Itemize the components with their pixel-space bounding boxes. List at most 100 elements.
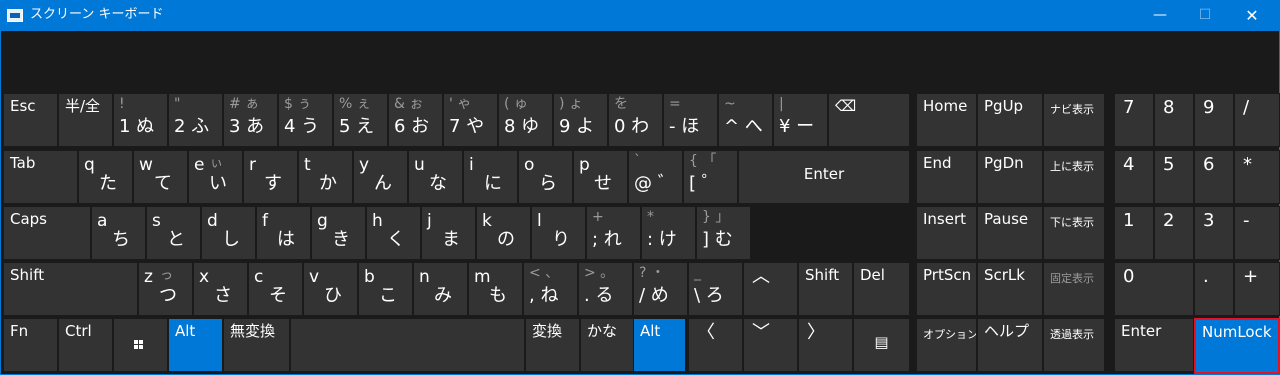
key-at[interactable]: ` @ ゛ xyxy=(628,150,683,204)
key-bracket-open[interactable]: { 「 [ ゜ xyxy=(683,150,738,204)
key-caret[interactable]: ~ ^ へ xyxy=(718,93,773,147)
key-pause[interactable]: Pause xyxy=(977,206,1043,260)
key-numadd[interactable]: + xyxy=(1234,262,1280,316)
key-esc[interactable]: Esc xyxy=(3,93,58,147)
key-h[interactable]: hく xyxy=(366,206,421,260)
key-tab[interactable]: Tab xyxy=(3,150,78,204)
key-num4[interactable]: 4 xyxy=(1114,150,1154,204)
key-o[interactable]: oら xyxy=(518,150,573,204)
key-x[interactable]: xさ xyxy=(193,262,248,316)
key-t[interactable]: tか xyxy=(298,150,353,204)
key-l[interactable]: lり xyxy=(531,206,586,260)
key-j[interactable]: jま xyxy=(421,206,476,260)
key-numlock[interactable]: NumLock xyxy=(1194,318,1280,374)
key-num5[interactable]: 5 xyxy=(1154,150,1194,204)
key-fn[interactable]: Fn xyxy=(3,318,58,372)
key-numenter[interactable]: Enter xyxy=(1114,318,1194,372)
key-ctrl[interactable]: Ctrl xyxy=(58,318,113,372)
key-backslash[interactable]: _ \ ろ xyxy=(688,262,743,316)
key-scrlk[interactable]: ScrLk xyxy=(977,262,1043,316)
key-6[interactable]: & ぉ 6 お xyxy=(388,93,443,147)
key-insert[interactable]: Insert xyxy=(916,206,977,260)
key-alt-right[interactable]: Alt xyxy=(633,318,686,372)
key-g[interactable]: gき xyxy=(311,206,366,260)
key-s[interactable]: sと xyxy=(146,206,201,260)
key-fade[interactable]: 透過表示 xyxy=(1043,318,1105,372)
key-windows[interactable] xyxy=(113,318,168,372)
maximize-button[interactable]: ☐ xyxy=(1182,0,1228,31)
key-dock-top[interactable]: 上に表示 xyxy=(1043,150,1105,204)
key-num2[interactable]: 2 xyxy=(1154,206,1194,260)
key-up[interactable]: ︿ xyxy=(743,262,798,316)
key-r[interactable]: rす xyxy=(243,150,298,204)
key-num7[interactable]: 7 xyxy=(1114,93,1154,147)
key-nav-show[interactable]: ナビ表示 xyxy=(1043,93,1105,147)
key-4[interactable]: $ ぅ 4 う xyxy=(278,93,333,147)
key-slash[interactable]: ? ・ / め xyxy=(633,262,688,316)
key-i[interactable]: iに xyxy=(463,150,518,204)
key-right[interactable]: 〉 xyxy=(798,318,853,372)
key-q[interactable]: qた xyxy=(78,150,133,204)
key-z[interactable]: zっつ xyxy=(138,262,193,316)
key-num1[interactable]: 1 xyxy=(1114,206,1154,260)
key-c[interactable]: cそ xyxy=(248,262,303,316)
key-num0[interactable]: 0 xyxy=(1114,262,1194,316)
key-k[interactable]: kの xyxy=(476,206,531,260)
key-kana[interactable]: かな xyxy=(580,318,635,372)
key-home[interactable]: Home xyxy=(916,93,977,147)
key-2[interactable]: " 2 ふ xyxy=(168,93,223,147)
minimize-button[interactable]: — xyxy=(1137,0,1183,31)
key-muhenkan[interactable]: 無変換 xyxy=(223,318,290,372)
key-num3[interactable]: 3 xyxy=(1194,206,1234,260)
key-0[interactable]: を 0 わ xyxy=(608,93,663,147)
key-prtscn[interactable]: PrtScn xyxy=(916,262,977,316)
key-8[interactable]: ( ゅ 8 ゆ xyxy=(498,93,553,147)
key-down[interactable]: ﹀ xyxy=(743,318,798,372)
key-num8[interactable]: 8 xyxy=(1154,93,1194,147)
key-b[interactable]: bこ xyxy=(358,262,413,316)
key-dock-bottom[interactable]: 下に表示 xyxy=(1043,206,1105,260)
key-left[interactable]: 〈 xyxy=(688,318,743,372)
key-hankaku[interactable]: 半/全 xyxy=(58,93,113,147)
key-space[interactable] xyxy=(290,318,525,372)
key-shift-right[interactable]: Shift xyxy=(798,262,853,316)
key-f[interactable]: fは xyxy=(256,206,311,260)
key-help[interactable]: ヘルプ xyxy=(977,318,1043,372)
key-comma[interactable]: < 、 , ね xyxy=(523,262,578,316)
key-5[interactable]: % ぇ 5 え xyxy=(333,93,388,147)
key-nummul[interactable]: * xyxy=(1234,150,1280,204)
key-u[interactable]: uな xyxy=(408,150,463,204)
key-7[interactable]: ' ゃ 7 や xyxy=(443,93,498,147)
key-options[interactable]: オプション xyxy=(916,318,977,372)
key-period[interactable]: > 。 . る xyxy=(578,262,633,316)
key-numdot[interactable]: . xyxy=(1194,262,1234,316)
key-shift-left[interactable]: Shift xyxy=(3,262,138,316)
key-del[interactable]: Del xyxy=(853,262,910,316)
key-y[interactable]: yん xyxy=(353,150,408,204)
key-pgdn[interactable]: PgDn xyxy=(977,150,1043,204)
key-colon[interactable]: *: け xyxy=(641,206,696,260)
key-d[interactable]: dし xyxy=(201,206,256,260)
close-button[interactable]: ✕ xyxy=(1229,0,1275,31)
key-v[interactable]: vひ xyxy=(303,262,358,316)
key-e[interactable]: eぃい xyxy=(188,150,243,204)
key-3[interactable]: # ぁ 3 あ xyxy=(223,93,278,147)
key-numdiv[interactable]: / xyxy=(1234,93,1280,147)
key-w[interactable]: wて xyxy=(133,150,188,204)
key-num6[interactable]: 6 xyxy=(1194,150,1234,204)
key-backspace[interactable]: ⌫ xyxy=(828,93,910,147)
key-a[interactable]: aち xyxy=(91,206,146,260)
key-m[interactable]: mも xyxy=(468,262,523,316)
key-caps[interactable]: Caps xyxy=(3,206,91,260)
key-yen[interactable]: | ¥ ー xyxy=(773,93,828,147)
key-1[interactable]: ! 1 ぬ xyxy=(113,93,168,147)
key-bracket-close[interactable]: } 」] む xyxy=(696,206,751,260)
key-semicolon[interactable]: + ; れ xyxy=(586,206,641,260)
key-numsub[interactable]: - xyxy=(1234,206,1280,260)
key-num9[interactable]: 9 xyxy=(1194,93,1234,147)
key-fixed-show[interactable]: 固定表示 xyxy=(1043,262,1105,316)
key-p[interactable]: pせ xyxy=(573,150,628,204)
key-menu[interactable]: ▤ xyxy=(853,318,910,372)
key-n[interactable]: nみ xyxy=(413,262,468,316)
key-pgup[interactable]: PgUp xyxy=(977,93,1043,147)
